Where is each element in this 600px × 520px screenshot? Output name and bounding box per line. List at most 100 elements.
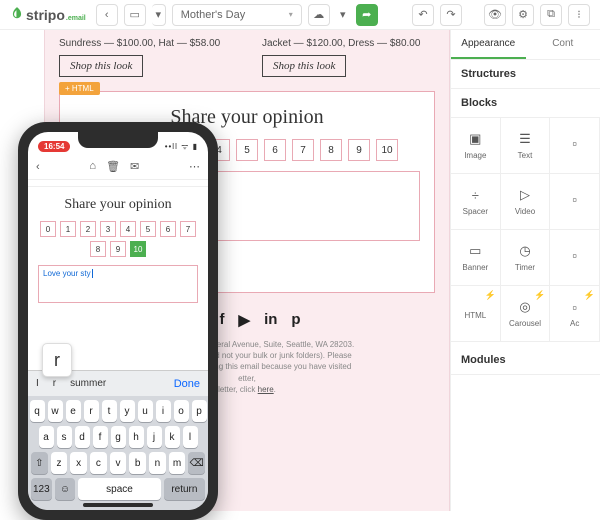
rating-9[interactable]: 9 xyxy=(348,139,370,161)
block-item[interactable]: ▫ xyxy=(550,174,600,230)
key-n[interactable]: n xyxy=(149,452,166,474)
key-g[interactable]: g xyxy=(111,426,126,448)
phone-rating-9[interactable]: 9 xyxy=(110,241,126,257)
key-s[interactable]: s xyxy=(57,426,72,448)
block-ac[interactable]: ⚡▫Ac xyxy=(550,286,600,342)
redo-button[interactable]: ↷ xyxy=(440,4,462,26)
key-⌫[interactable]: ⌫ xyxy=(188,452,205,474)
block-item[interactable]: ▫ xyxy=(550,118,600,174)
phone-rating-3[interactable]: 3 xyxy=(100,221,116,237)
rating-5[interactable]: 5 xyxy=(236,139,258,161)
key-a[interactable]: a xyxy=(39,426,54,448)
phone-rating-7[interactable]: 7 xyxy=(180,221,196,237)
key-k[interactable]: k xyxy=(165,426,180,448)
youtube-icon[interactable]: ▶ xyxy=(239,311,251,329)
modules-header[interactable]: Modules xyxy=(451,346,600,375)
key-t[interactable]: t xyxy=(102,400,117,422)
mail-icon[interactable]: ✉ xyxy=(130,160,139,173)
key-d[interactable]: d xyxy=(75,426,90,448)
phone-rating-6[interactable]: 6 xyxy=(160,221,176,237)
share-button[interactable]: ➦ xyxy=(356,4,378,26)
key-y[interactable]: y xyxy=(120,400,135,422)
key-q[interactable]: q xyxy=(30,400,45,422)
phone-keyboard[interactable]: qwertyuiop asdfghjkl ⇧zxcvbnm⌫ 123☺space… xyxy=(28,396,208,510)
key-e[interactable]: e xyxy=(66,400,81,422)
key-m[interactable]: m xyxy=(169,452,186,474)
rating-6[interactable]: 6 xyxy=(264,139,286,161)
key-i[interactable]: i xyxy=(156,400,171,422)
key-w[interactable]: w xyxy=(48,400,63,422)
key-b[interactable]: b xyxy=(129,452,146,474)
key-p[interactable]: p xyxy=(192,400,207,422)
block-html[interactable]: ⚡HTML xyxy=(451,286,501,342)
key-⇧[interactable]: ⇧ xyxy=(31,452,48,474)
footer-here-link[interactable]: here xyxy=(258,385,274,394)
rating-10[interactable]: 10 xyxy=(376,139,398,161)
key-☺[interactable]: ☺ xyxy=(55,478,76,500)
settings-button[interactable]: ⚙ xyxy=(512,4,534,26)
rating-7[interactable]: 7 xyxy=(292,139,314,161)
more-icon[interactable]: ⋯ xyxy=(189,160,200,173)
key-o[interactable]: o xyxy=(174,400,189,422)
preview-button[interactable]: 👁 xyxy=(484,4,506,26)
key-return[interactable]: return xyxy=(164,478,205,500)
device-button[interactable]: ▭ xyxy=(124,4,146,26)
block-item[interactable]: ▫ xyxy=(550,230,600,286)
phone-rating-4[interactable]: 4 xyxy=(120,221,136,237)
structures-header[interactable]: Structures xyxy=(451,60,600,89)
copy-button[interactable]: ⧉ xyxy=(540,4,562,26)
code-button[interactable]: ⁝ xyxy=(568,4,590,26)
phone-rating-1[interactable]: 1 xyxy=(60,221,76,237)
key-r[interactable]: r xyxy=(84,400,99,422)
key-v[interactable]: v xyxy=(110,452,127,474)
trash-icon[interactable]: 🗑 xyxy=(106,160,120,173)
undo-button[interactable]: ↶ xyxy=(412,4,434,26)
suggestion[interactable]: r xyxy=(53,378,56,389)
mail-back-icon[interactable]: ‹ xyxy=(36,161,40,173)
block-text[interactable]: ☰Text xyxy=(501,118,551,174)
block-image[interactable]: ▣Image xyxy=(451,118,501,174)
blocks-header[interactable]: Blocks xyxy=(451,89,600,118)
block-spacer[interactable]: ÷Spacer xyxy=(451,174,501,230)
facebook-icon[interactable]: f xyxy=(220,311,225,329)
key-l[interactable]: l xyxy=(183,426,198,448)
suggestion[interactable]: summer xyxy=(70,378,106,389)
linkedin-icon[interactable]: in xyxy=(264,311,277,329)
rating-8[interactable]: 8 xyxy=(320,139,342,161)
key-space[interactable]: space xyxy=(78,478,161,500)
mail-body[interactable]: Share your opinion 012345678910 Love you… xyxy=(28,180,208,370)
key-z[interactable]: z xyxy=(51,452,68,474)
key-h[interactable]: h xyxy=(129,426,144,448)
phone-rating-5[interactable]: 5 xyxy=(140,221,156,237)
pinterest-icon[interactable]: p xyxy=(291,311,300,329)
key-x[interactable]: x xyxy=(70,452,87,474)
block-carousel[interactable]: ⚡◎Carousel xyxy=(501,286,551,342)
phone-rating-10[interactable]: 10 xyxy=(130,241,146,257)
block-video[interactable]: ▷Video xyxy=(501,174,551,230)
phone-rating-0[interactable]: 0 xyxy=(40,221,56,237)
tab-appearance[interactable]: Appearance xyxy=(451,30,526,59)
block-icon: ▭ xyxy=(469,243,481,259)
tab-content[interactable]: Cont xyxy=(526,30,600,59)
phone-rating-2[interactable]: 2 xyxy=(80,221,96,237)
cloud-caret-button[interactable]: ▾ xyxy=(336,4,350,26)
block-timer[interactable]: ◷Timer xyxy=(501,230,551,286)
key-123[interactable]: 123 xyxy=(31,478,52,500)
key-u[interactable]: u xyxy=(138,400,153,422)
shop-button[interactable]: Shop this look xyxy=(262,55,346,77)
project-select[interactable]: Mother's Day ▾ xyxy=(172,4,302,26)
key-j[interactable]: j xyxy=(147,426,162,448)
key-c[interactable]: c xyxy=(90,452,107,474)
block-banner[interactable]: ▭Banner xyxy=(451,230,501,286)
phone-comment-input[interactable]: Love your sty xyxy=(38,265,198,303)
home-bar[interactable] xyxy=(83,503,153,507)
cloud-save-button[interactable]: ☁ xyxy=(308,4,330,26)
key-f[interactable]: f xyxy=(93,426,108,448)
device-caret-button[interactable]: ▾ xyxy=(152,4,166,26)
keyboard-done-button[interactable]: Done xyxy=(174,378,200,390)
back-button[interactable]: ‹ xyxy=(96,4,118,26)
phone-rating-8[interactable]: 8 xyxy=(90,241,106,257)
suggestion[interactable]: I xyxy=(36,378,39,389)
archive-icon[interactable]: ⌂ xyxy=(89,160,96,173)
shop-button[interactable]: Shop this look xyxy=(59,55,143,77)
